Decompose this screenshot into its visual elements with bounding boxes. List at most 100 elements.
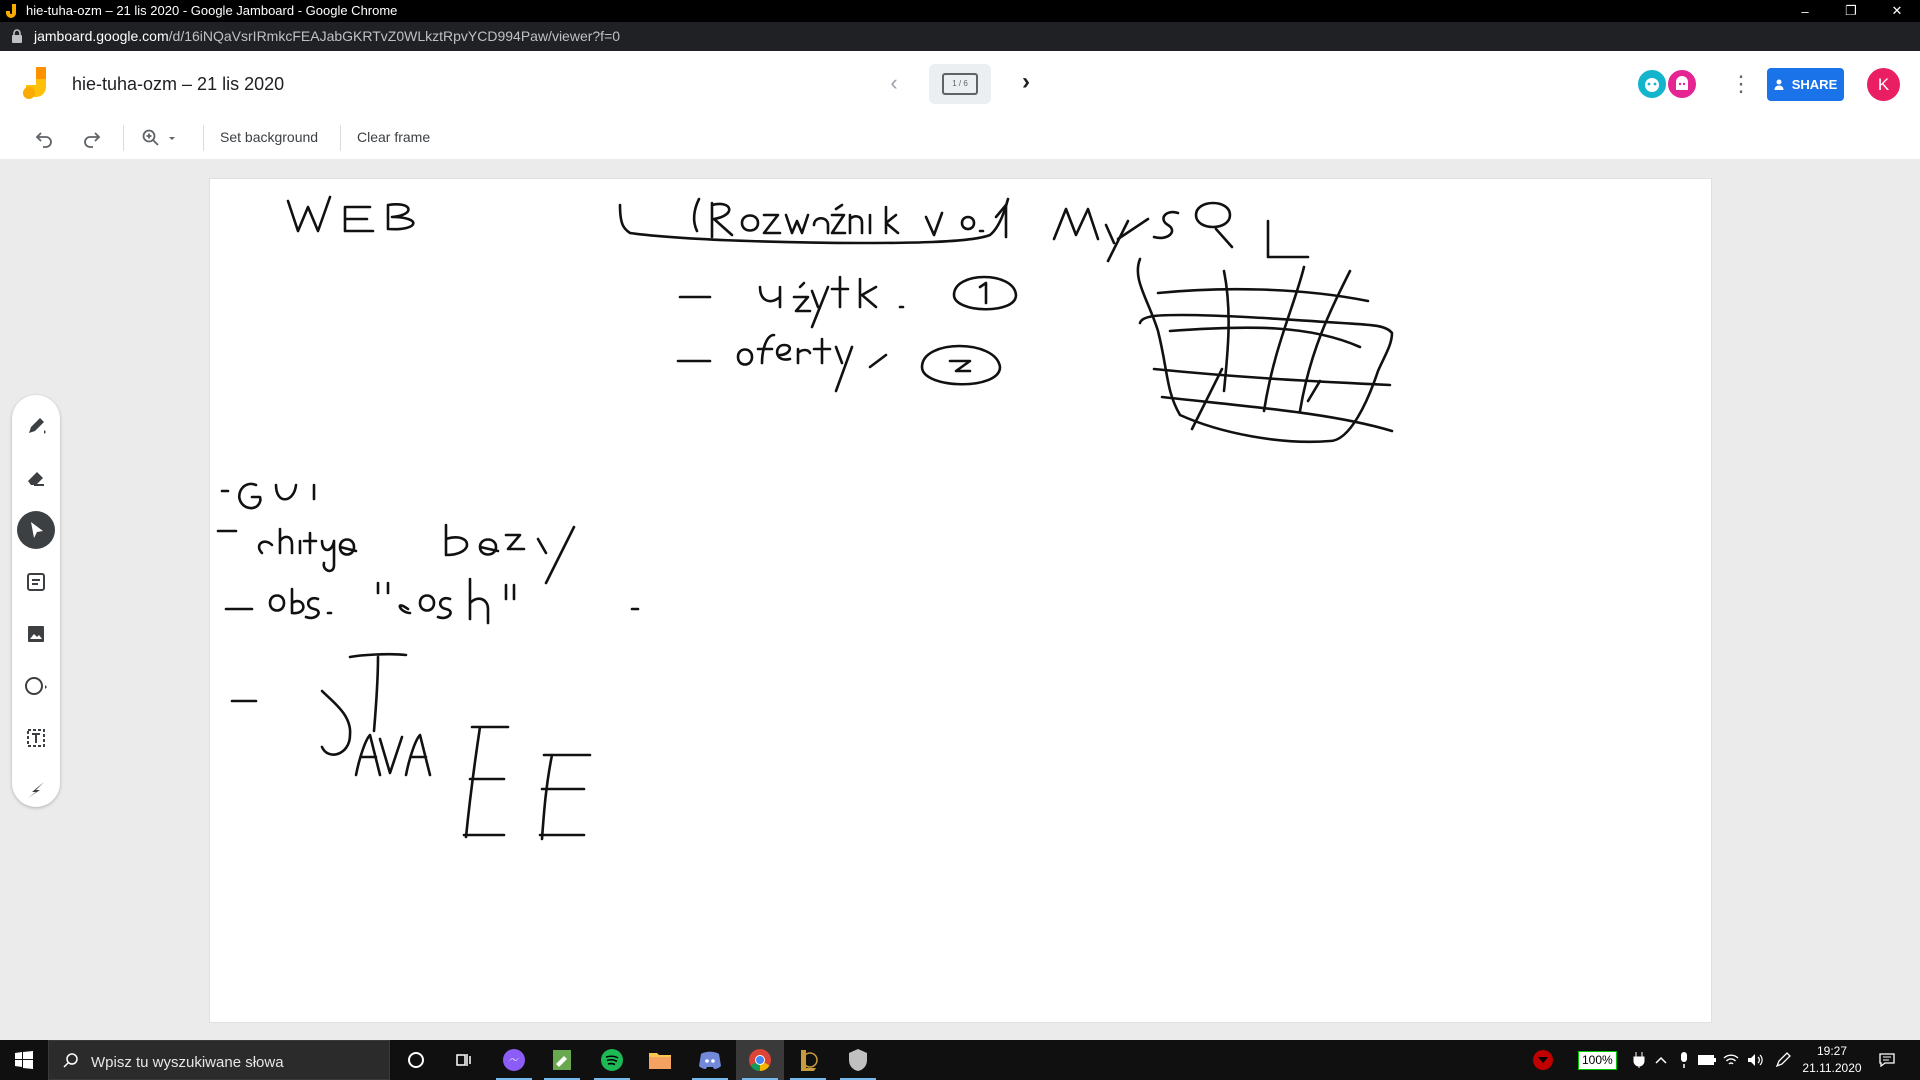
url-text[interactable]: jamboard.google.com/d/16iNQaVsrIRmkcFEAJ… — [34, 28, 620, 44]
search-input[interactable] — [89, 1050, 383, 1074]
league-icon — [801, 1050, 818, 1071]
start-button[interactable] — [0, 1040, 48, 1080]
toolbar-divider — [203, 125, 204, 151]
share-label: SHARE — [1791, 77, 1838, 92]
eraser-tool-button[interactable] — [17, 459, 55, 497]
more-options-icon[interactable]: ⋮ — [1730, 69, 1752, 99]
circle-icon — [25, 677, 47, 695]
pen-workspace-icon — [1775, 1052, 1791, 1068]
url-path: /d/16iNQaVsrIRmkcFEAJabGKRTvZ0WLkztRpvYC… — [168, 28, 621, 44]
text-box-tool-button[interactable] — [17, 719, 55, 757]
cortana-button[interactable] — [392, 1040, 440, 1080]
select-tool-button[interactable] — [17, 511, 55, 549]
tray-antivirus[interactable] — [1528, 1040, 1558, 1080]
minimize-button[interactable]: – — [1782, 0, 1828, 22]
laser-icon — [28, 782, 44, 798]
taskbar-clock[interactable]: 19:27 21.11.2020 — [1800, 1043, 1864, 1077]
close-window-button[interactable]: ✕ — [1874, 0, 1920, 22]
pen-tool-button[interactable] — [17, 407, 55, 445]
restore-button[interactable]: ❐ — [1828, 0, 1874, 22]
cursor-arrow-icon — [31, 522, 43, 538]
sticky-note-tool-button[interactable] — [17, 563, 55, 601]
spotify-icon — [601, 1049, 623, 1071]
collaborator-avatar[interactable] — [1636, 68, 1668, 100]
toolbar-divider — [123, 125, 124, 151]
notepad-icon — [553, 1050, 571, 1070]
dropdown-arrow-icon — [169, 137, 175, 140]
eraser-icon — [28, 472, 44, 486]
next-frame-button[interactable]: › — [1016, 69, 1036, 95]
url-domain: jamboard.google.com — [34, 28, 169, 44]
cortana-circle-icon — [408, 1052, 424, 1068]
task-view-icon — [456, 1054, 471, 1066]
taskbar-vpn[interactable] — [834, 1040, 882, 1080]
anonymous-animal-icon — [1676, 76, 1688, 90]
tray-power[interactable] — [1630, 1040, 1648, 1080]
frame-indicator: 1 / 6 — [942, 73, 978, 95]
document-title[interactable]: hie-tuha-ozm – 21 lis 2020 — [72, 74, 284, 95]
messenger-icon — [503, 1049, 525, 1071]
discord-icon — [699, 1051, 721, 1069]
collaborator-avatar[interactable] — [1666, 68, 1698, 100]
jamboard-logo-icon[interactable] — [22, 67, 50, 101]
chrome-icon — [749, 1049, 771, 1071]
pen-icon — [29, 418, 46, 434]
frame-toolbar: Set background Clear frame — [0, 117, 1920, 159]
taskbar-spotify[interactable] — [588, 1040, 636, 1080]
speaker-icon — [1748, 1054, 1763, 1066]
action-center-button[interactable] — [1872, 1040, 1902, 1080]
folder-icon — [649, 1053, 671, 1069]
toolbar-divider — [340, 125, 341, 151]
taskbar-search[interactable] — [48, 1040, 390, 1080]
tray-show-hidden[interactable] — [1650, 1040, 1672, 1080]
share-button[interactable]: SHARE — [1767, 68, 1844, 101]
plug-icon — [1633, 1052, 1645, 1068]
user-avatar[interactable]: K — [1867, 68, 1900, 101]
image-tool-button[interactable] — [17, 615, 55, 653]
browser-titlebar: hie-tuha-ozm – 21 lis 2020 - Google Jamb… — [0, 0, 1920, 22]
set-background-button[interactable]: Set background — [220, 129, 318, 145]
undo-icon — [35, 132, 52, 148]
lock-icon — [12, 29, 22, 43]
search-icon — [63, 1053, 78, 1068]
taskbar-messenger[interactable] — [490, 1040, 538, 1080]
sticky-note-icon — [27, 573, 45, 591]
drawing-tools-panel — [12, 395, 60, 807]
zoom-in-icon — [142, 129, 159, 146]
clock-time: 19:27 — [1816, 1044, 1848, 1058]
battery-percentage-badge[interactable]: 100% — [1578, 1051, 1617, 1070]
jamboard-favicon-icon — [6, 4, 16, 18]
tray-wifi[interactable] — [1720, 1040, 1742, 1080]
microphone-icon — [1681, 1052, 1687, 1068]
zoom-button[interactable] — [141, 125, 177, 151]
taskbar-league-client[interactable] — [784, 1040, 832, 1080]
window-title: hie-tuha-ozm – 21 lis 2020 - Google Jamb… — [26, 3, 398, 18]
tray-pen-workspace[interactable] — [1772, 1040, 1794, 1080]
chevron-up-icon — [1655, 1056, 1667, 1064]
notification-icon — [1879, 1053, 1895, 1067]
taskbar-notepad[interactable] — [538, 1040, 586, 1080]
task-view-button[interactable] — [440, 1040, 488, 1080]
whiteboard-canvas[interactable] — [209, 178, 1712, 1023]
tray-microphone[interactable] — [1674, 1040, 1694, 1080]
taskbar-chrome[interactable] — [736, 1040, 784, 1080]
taskbar-file-explorer[interactable] — [636, 1040, 684, 1080]
redo-icon — [84, 132, 101, 148]
previous-frame-button[interactable]: ‹ — [884, 71, 904, 95]
frame-bar-button[interactable]: 1 / 6 — [929, 64, 991, 104]
clock-date: 21.11.2020 — [1802, 1061, 1862, 1075]
image-icon — [28, 626, 44, 642]
shape-tool-button[interactable] — [17, 667, 55, 705]
windows-taskbar: 100% 19:27 21.11.2020 — [0, 1040, 1920, 1080]
windows-logo-icon — [15, 1051, 33, 1069]
redo-button[interactable] — [82, 125, 102, 151]
tray-volume[interactable] — [1744, 1040, 1766, 1080]
address-bar[interactable]: jamboard.google.com/d/16iNQaVsrIRmkcFEAJ… — [0, 22, 1920, 51]
undo-button[interactable] — [34, 125, 54, 151]
tray-battery[interactable] — [1696, 1040, 1718, 1080]
taskbar-discord[interactable] — [686, 1040, 734, 1080]
clear-frame-button[interactable]: Clear frame — [357, 129, 430, 145]
laser-tool-button[interactable] — [17, 771, 55, 809]
handwritten-drawing — [216, 195, 1394, 841]
battery-icon — [1698, 1055, 1716, 1065]
